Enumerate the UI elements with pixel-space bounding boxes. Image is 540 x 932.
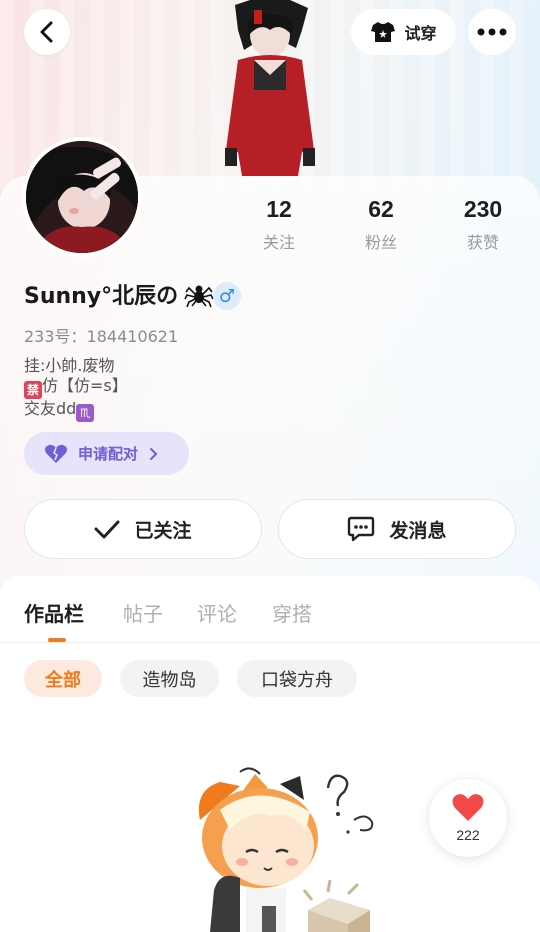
more-dots-icon <box>477 28 507 36</box>
user-id: 233号：184410621 <box>24 327 179 346</box>
gender-badge: ♂ <box>213 282 241 310</box>
bio-line-text: 仿【仿=s】 <box>42 376 128 395</box>
tab-outfits[interactable]: 穿搭 <box>272 598 312 627</box>
username: Sunny°北辰の <box>24 278 214 310</box>
prohibited-emoji-icon: 禁 <box>24 381 42 399</box>
try-on-label: 试穿 <box>404 24 437 43</box>
filter-creation-island[interactable]: 造物岛 <box>120 660 219 697</box>
stat-value: 230 <box>463 196 503 222</box>
bio: 挂:小帥.废物 禁仿【仿=s】 交友dd ♏ <box>24 356 128 422</box>
chevron-right-icon <box>150 447 158 460</box>
scorpio-emoji-icon: ♏ <box>76 404 95 422</box>
stat-value: 62 <box>368 196 394 222</box>
avatar[interactable] <box>22 137 142 257</box>
tab-comments[interactable]: 评论 <box>197 598 237 627</box>
bio-line: 交友dd ♏ <box>24 399 128 422</box>
filter-all[interactable]: 全部 <box>24 660 102 697</box>
stat-value: 12 <box>266 196 292 222</box>
stat-label: 获赞 <box>466 233 499 252</box>
like-count: 222 <box>456 827 480 843</box>
back-button[interactable] <box>24 9 70 55</box>
username-text: Sunny°北辰の <box>24 284 179 309</box>
send-message-label: 发消息 <box>389 519 447 542</box>
tshirt-icon <box>371 22 396 42</box>
chat-bubble-icon <box>348 516 375 542</box>
empty-state-mascot-image <box>198 767 374 932</box>
bio-line: 挂:小帥.废物 <box>24 356 115 375</box>
request-pair-button[interactable]: 申请配对 <box>24 432 189 475</box>
spider-icon <box>184 285 214 308</box>
bio-line-text: 交友dd <box>24 399 77 418</box>
stat-label: 粉丝 <box>364 233 397 252</box>
tab-posts[interactable]: 帖子 <box>123 598 163 627</box>
avatar-image <box>26 141 138 253</box>
request-pair-label: 申请配对 <box>78 445 139 463</box>
filter-pocket-ark[interactable]: 口袋方舟 <box>237 660 357 697</box>
stat-following[interactable]: 12 关注 <box>229 196 329 253</box>
male-icon: ♂ <box>218 285 236 307</box>
check-icon <box>94 520 120 539</box>
stat-likes[interactable]: 230 获赞 <box>433 196 533 253</box>
bio-line: 禁仿【仿=s】 <box>24 376 128 399</box>
heart-icon <box>452 794 484 821</box>
tab-divider <box>0 642 540 643</box>
tab-works[interactable]: 作品栏 <box>24 598 84 627</box>
like-button[interactable]: 222 <box>429 779 507 857</box>
heart-icon <box>45 444 67 463</box>
try-on-button[interactable]: 试穿 <box>351 9 456 55</box>
send-message-button[interactable]: 发消息 <box>278 499 516 559</box>
stat-followers[interactable]: 62 粉丝 <box>331 196 431 253</box>
more-options-button[interactable] <box>468 9 516 55</box>
chevron-left-icon <box>40 21 53 43</box>
following-label: 已关注 <box>134 519 192 542</box>
following-button[interactable]: 已关注 <box>24 499 262 559</box>
stat-label: 关注 <box>262 233 295 252</box>
character-banner-image <box>225 0 315 176</box>
